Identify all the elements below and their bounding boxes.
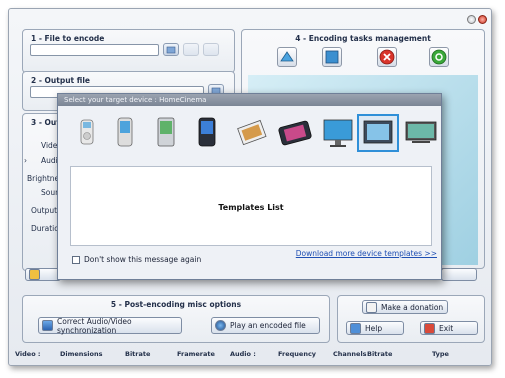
file-action-button-2[interactable]: [183, 43, 199, 56]
file-to-encode-title: 1 - File to encode: [31, 34, 105, 43]
exit-icon: [424, 322, 435, 334]
media-info-bar: Video : Dimensions Bitrate Framerate Aud…: [12, 350, 482, 360]
ipod-icon: [80, 119, 94, 145]
browse-file-button[interactable]: [163, 43, 179, 56]
status-video: Video :: [15, 350, 41, 358]
settings-strip-button-left[interactable]: [25, 268, 61, 281]
settings-strip-button-right[interactable]: [441, 268, 477, 281]
go-icon: [431, 49, 447, 65]
correct-sync-label: Correct Audio/Video synchronization: [57, 316, 132, 335]
device-widescreen-tv[interactable]: [404, 114, 438, 152]
status-type: Type: [432, 350, 449, 358]
dialog-title: Select your target device : HomeCinema: [58, 94, 441, 106]
correct-sync-button[interactable]: Correct Audio/Video synchronization: [38, 316, 182, 335]
start-encoding-button[interactable]: [429, 47, 449, 67]
templates-list[interactable]: Templates List: [70, 166, 432, 246]
sync-icon: [42, 320, 53, 331]
stop-icon: [379, 49, 395, 65]
device-photo-viewer[interactable]: [235, 114, 269, 152]
task-list-button[interactable]: [322, 47, 342, 67]
minimize-icon[interactable]: [467, 15, 476, 24]
device-ipod[interactable]: [76, 114, 98, 152]
donation-icon: [366, 301, 377, 313]
status-framerate: Framerate: [177, 350, 215, 358]
smartphone-icon: [117, 117, 133, 147]
device-select-dialog: Select your target device : HomeCinema T…: [57, 93, 442, 280]
file-action-button-3[interactable]: [203, 43, 219, 56]
photo-viewer-icon: [237, 119, 267, 146]
remove-task-button[interactable]: [377, 47, 397, 67]
dont-show-checkbox[interactable]: [72, 256, 80, 264]
encoding-tasks-title: 4 - Encoding tasks management: [295, 34, 431, 43]
status-dimensions: Dimensions: [60, 350, 103, 358]
output-file-title: 2 - Output file: [31, 76, 90, 85]
device-pda[interactable]: [153, 114, 179, 152]
status-channels: Channels: [333, 350, 367, 358]
add-task-icon: [280, 51, 294, 62]
help-icon: [350, 322, 361, 334]
device-smartphone[interactable]: [112, 114, 138, 152]
widescreen-tv-icon: [405, 121, 437, 143]
open-folder-icon: [166, 46, 176, 54]
post-encoding-title: 5 - Post-encoding misc options: [110, 300, 242, 309]
device-strip: [70, 114, 440, 154]
task-list-icon: [325, 50, 339, 64]
templates-list-label: Templates List: [218, 203, 284, 212]
dont-show-label: Don't show this message again: [84, 255, 202, 264]
play-icon: [215, 320, 226, 331]
donation-label: Make a donation: [381, 302, 444, 312]
status-audio-bitrate: Bitrate: [367, 350, 393, 358]
portable-media-player-icon: [278, 120, 312, 146]
pda-icon: [157, 117, 175, 147]
status-frequency: Frequency: [278, 350, 317, 358]
gear-icon: [29, 269, 40, 280]
download-templates-link[interactable]: Download more device templates >>: [296, 249, 437, 258]
device-pocket-pc[interactable]: [194, 114, 220, 152]
pocket-pc-icon: [198, 117, 216, 147]
close-icon[interactable]: [478, 15, 487, 24]
monitor-icon: [323, 119, 353, 147]
device-portable-media-player[interactable]: [277, 114, 313, 152]
file-to-encode-input[interactable]: [30, 44, 159, 56]
device-homecinema-tv[interactable]: [357, 114, 399, 152]
donation-button[interactable]: Make a donation: [362, 300, 448, 314]
help-button[interactable]: Help: [346, 321, 404, 335]
add-task-button[interactable]: [277, 47, 297, 67]
status-audio: Audio :: [230, 350, 256, 358]
homecinema-tv-icon: [363, 120, 393, 144]
chevron-right-icon: ›: [24, 156, 27, 165]
help-label: Help: [365, 323, 383, 333]
status-video-bitrate: Bitrate: [125, 350, 151, 358]
play-encoded-button[interactable]: Play an encoded file: [211, 317, 320, 334]
file-to-encode-panel: 1 - File to encode: [22, 29, 235, 73]
play-encoded-label: Play an encoded file: [230, 321, 306, 330]
exit-button[interactable]: Exit: [420, 321, 478, 335]
device-monitor[interactable]: [321, 114, 355, 152]
exit-label: Exit: [439, 323, 454, 333]
